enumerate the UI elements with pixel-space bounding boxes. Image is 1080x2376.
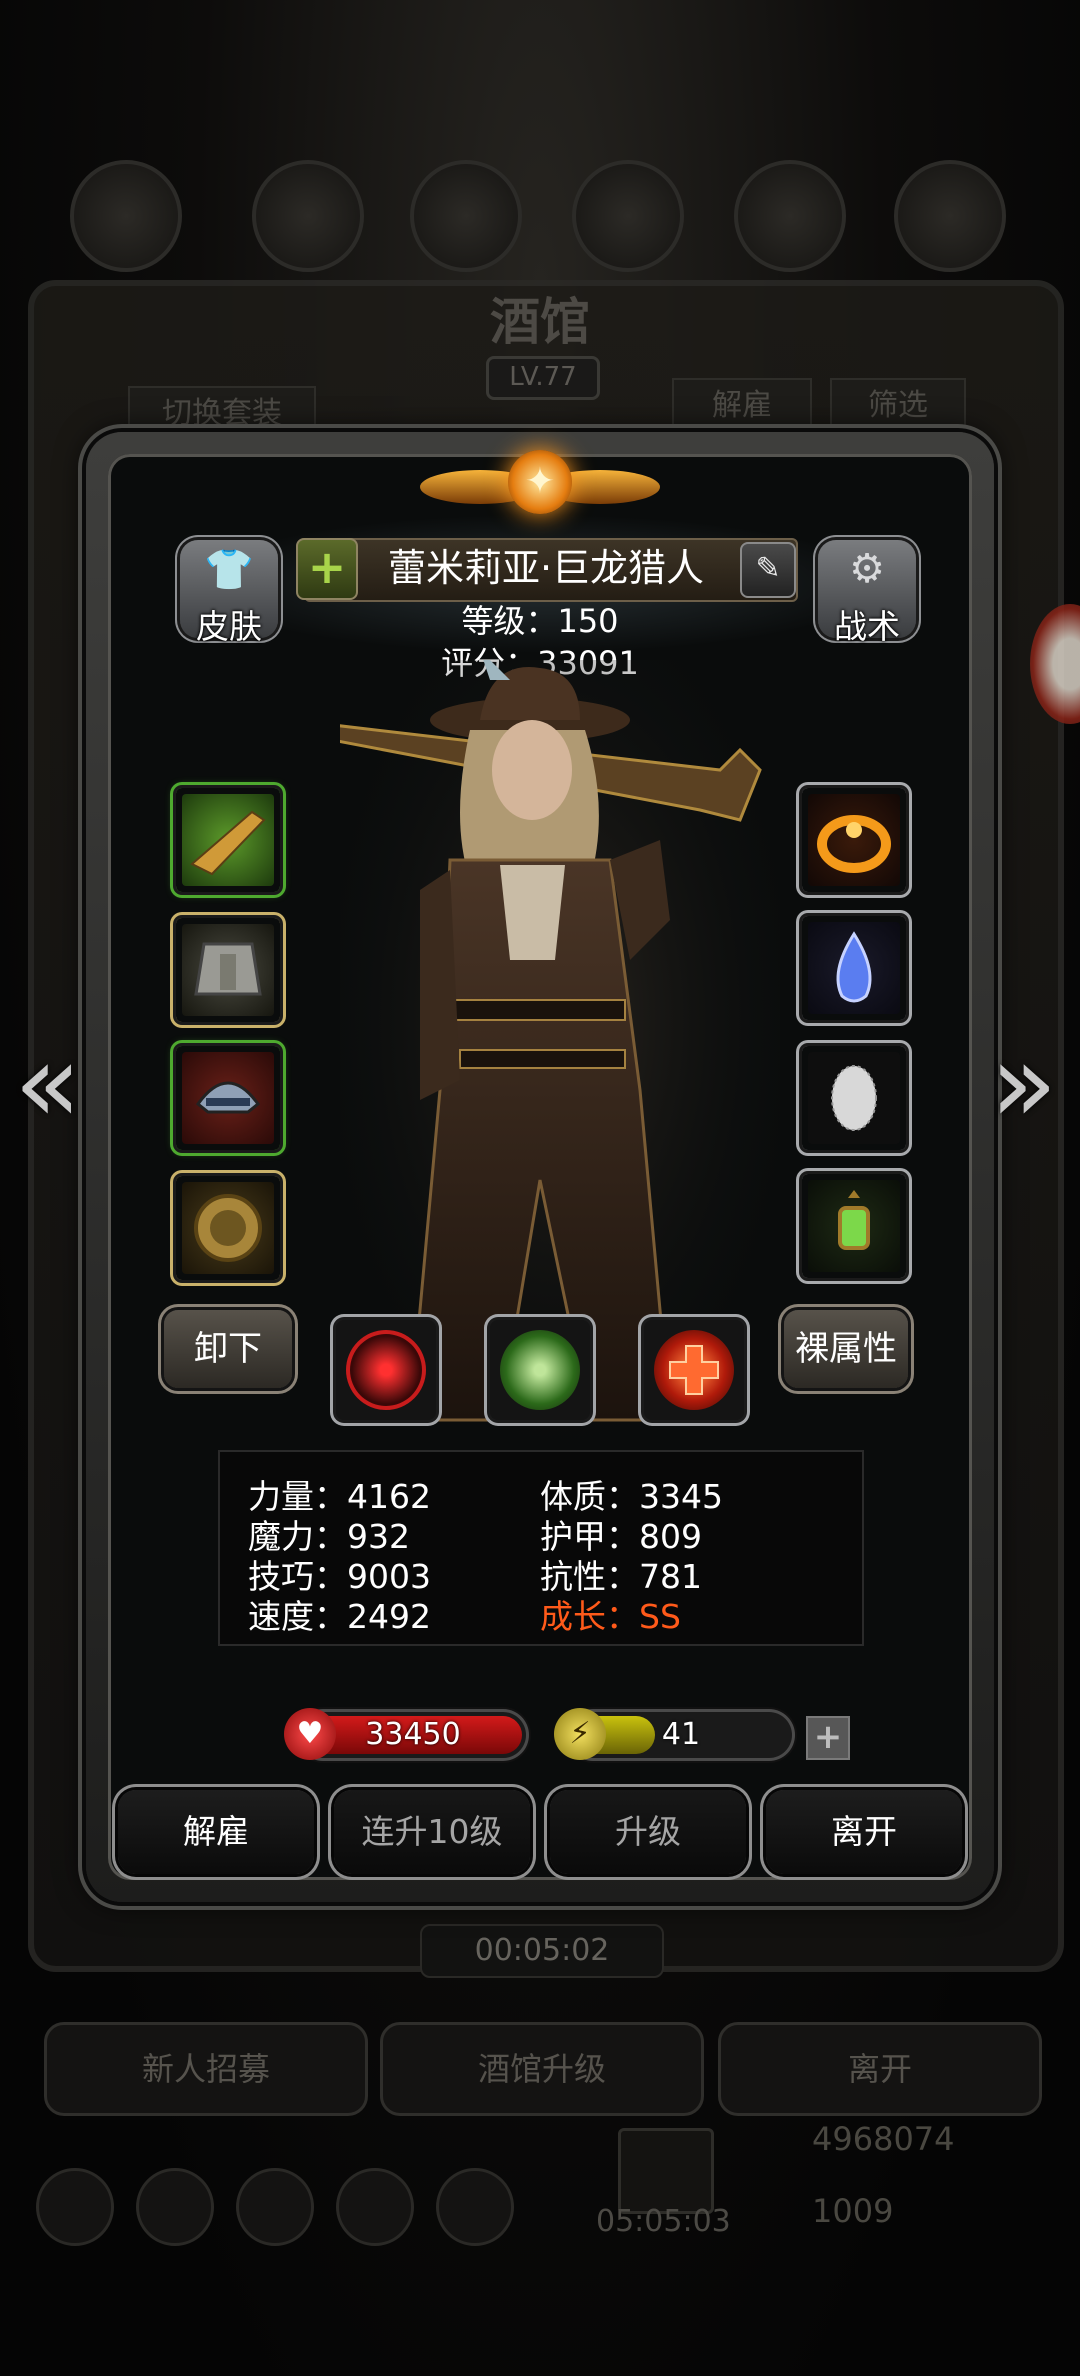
- chainmail-slot[interactable]: [802, 1046, 906, 1150]
- bg-leave-button[interactable]: 离开: [718, 2022, 1042, 2116]
- tavern-upgrade-button[interactable]: 酒馆升级: [380, 2022, 704, 2116]
- target-icon: [346, 1330, 426, 1410]
- cross-icon: [654, 1330, 734, 1410]
- tavern-level: LV.77: [486, 356, 600, 400]
- bg-dismiss-tab[interactable]: 解雇: [672, 378, 812, 434]
- bottom-nav-icon[interactable]: [236, 2168, 314, 2246]
- crest-emblem-icon: ✦: [508, 450, 572, 514]
- lantern-slot[interactable]: [802, 1174, 906, 1278]
- filter-tab[interactable]: 筛选: [830, 378, 966, 434]
- tavern-title: 酒馆: [490, 292, 590, 351]
- chest-timer: 05:05:03: [596, 2204, 731, 2239]
- attack-skill-button[interactable]: [336, 1320, 436, 1420]
- prev-hero-arrow-icon[interactable]: «: [14, 1028, 84, 1138]
- recruit-button[interactable]: 新人招募: [44, 2022, 368, 2116]
- rifle-icon: [182, 794, 274, 886]
- gem-amount: 1009: [812, 2192, 894, 2230]
- level-up-10-button[interactable]: 连升10级: [334, 1790, 530, 1874]
- weapon-slot[interactable]: [176, 788, 280, 892]
- hero-level: 等级：150: [461, 602, 619, 640]
- accessory-slot[interactable]: [176, 1176, 280, 1280]
- gem-slot[interactable]: [802, 916, 906, 1020]
- add-energy-button[interactable]: +: [806, 1716, 850, 1760]
- bottom-nav-icon[interactable]: [36, 2168, 114, 2246]
- lightning-icon: ⚡: [554, 1708, 606, 1760]
- stat-speed: 速度：2492: [248, 1597, 431, 1636]
- armor-slot[interactable]: [176, 918, 280, 1022]
- ring-slot[interactable]: [802, 788, 906, 892]
- bg-avatar-icon: [70, 160, 182, 272]
- bottom-nav-icon[interactable]: [336, 2168, 414, 2246]
- bg-menu-icon: [572, 160, 684, 272]
- bg-menu-icon: [734, 160, 846, 272]
- edit-name-icon[interactable]: ✎: [740, 542, 796, 598]
- skull-icon: [500, 1330, 580, 1410]
- base-attributes-button[interactable]: 裸属性: [784, 1310, 908, 1388]
- unequip-button[interactable]: 卸下: [164, 1310, 292, 1388]
- scale-icon: [808, 1052, 900, 1144]
- armor-icon: [182, 924, 274, 1016]
- hero-name: 蕾米莉亚·巨龙猎人: [387, 546, 705, 590]
- chest-icon[interactable]: [618, 2128, 714, 2214]
- poison-skill-button[interactable]: [490, 1320, 590, 1420]
- bg-menu-icon: [410, 160, 522, 272]
- level-up-button[interactable]: 升级: [550, 1790, 746, 1874]
- add-star-button[interactable]: +: [296, 538, 358, 600]
- crystal-icon: [808, 922, 900, 1014]
- lantern-icon: [808, 1180, 900, 1272]
- heart-icon: ♥: [284, 1708, 336, 1760]
- leave-button[interactable]: 离开: [766, 1790, 962, 1874]
- next-hero-arrow-icon[interactable]: »: [990, 1028, 1060, 1138]
- amulet-icon: [182, 1182, 274, 1274]
- heal-skill-button[interactable]: [644, 1320, 744, 1420]
- stat-growth: 成长：SS: [540, 1597, 681, 1636]
- gold-amount: 4968074: [812, 2120, 955, 2158]
- gear-icon: ⚙: [849, 546, 885, 592]
- bottom-nav-icon[interactable]: [436, 2168, 514, 2246]
- bottom-nav-icon[interactable]: [136, 2168, 214, 2246]
- recruit-timer: 00:05:02: [420, 1924, 664, 1978]
- fire-ring-icon: [808, 794, 900, 886]
- helmet-icon: [182, 1052, 274, 1144]
- helmet-slot[interactable]: [176, 1046, 280, 1150]
- shirt-icon: 👕: [204, 547, 254, 593]
- panel-crest: ✦: [420, 440, 660, 540]
- bg-menu-icon: [894, 160, 1006, 272]
- dismiss-button[interactable]: 解雇: [118, 1790, 314, 1874]
- bg-menu-icon: [252, 160, 364, 272]
